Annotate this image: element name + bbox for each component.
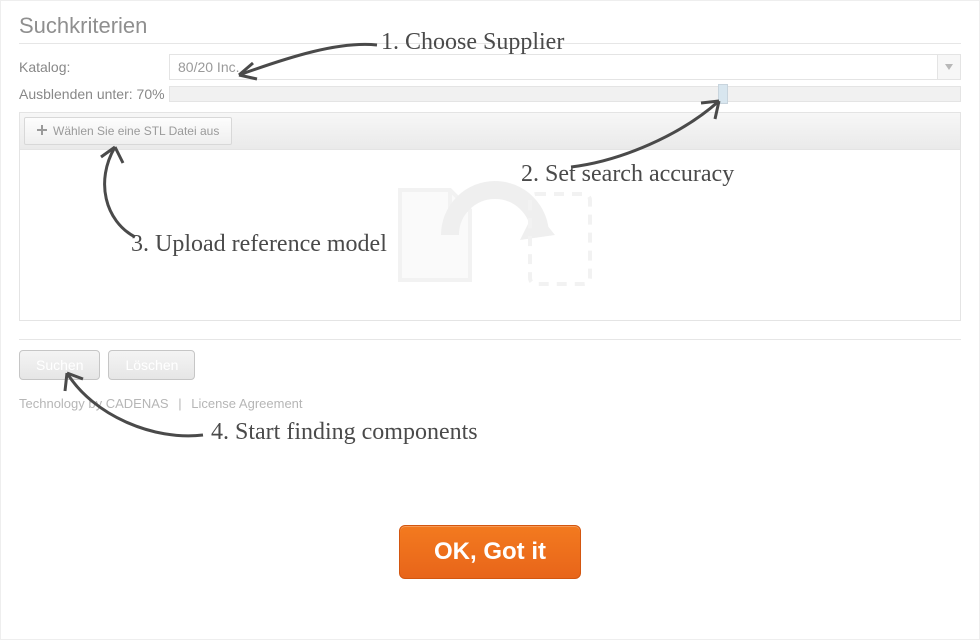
page-title: Suchkriterien bbox=[19, 13, 961, 39]
catalog-selected-value: 80/20 Inc. bbox=[170, 59, 937, 75]
chevron-down-icon bbox=[937, 55, 960, 79]
slider-handle[interactable] bbox=[718, 84, 728, 104]
accuracy-slider[interactable] bbox=[169, 86, 961, 102]
clear-button[interactable]: Löschen bbox=[108, 350, 195, 380]
annotation-4: 4. Start finding components bbox=[211, 419, 478, 446]
plus-icon bbox=[37, 124, 47, 138]
threshold-value: 70% bbox=[137, 86, 165, 102]
file-refresh-icon bbox=[380, 180, 600, 290]
upload-panel: Wählen Sie eine STL Datei aus bbox=[19, 112, 961, 321]
cta: OK, Got it bbox=[399, 525, 581, 579]
action-row: Suchen Löschen bbox=[19, 350, 961, 380]
row-threshold: Ausblenden unter: 70% bbox=[19, 86, 961, 102]
tech-credit: Technology by CADENAS bbox=[19, 396, 169, 411]
dropzone[interactable] bbox=[20, 150, 960, 320]
choose-file-button[interactable]: Wählen Sie eine STL Datei aus bbox=[24, 117, 232, 145]
divider bbox=[19, 43, 961, 44]
catalog-label: Katalog: bbox=[19, 59, 169, 75]
page: Suchkriterien Katalog: 80/20 Inc. Ausble… bbox=[0, 0, 980, 640]
threshold-label: Ausblenden unter: 70% bbox=[19, 86, 169, 102]
ok-got-it-button[interactable]: OK, Got it bbox=[399, 525, 581, 579]
catalog-select[interactable]: 80/20 Inc. bbox=[169, 54, 961, 80]
upload-toolbar: Wählen Sie eine STL Datei aus bbox=[20, 113, 960, 150]
search-button[interactable]: Suchen bbox=[19, 350, 100, 380]
license-link[interactable]: License Agreement bbox=[191, 396, 302, 411]
divider bbox=[19, 339, 961, 340]
choose-file-label: Wählen Sie eine STL Datei aus bbox=[53, 124, 219, 138]
row-catalog: Katalog: 80/20 Inc. bbox=[19, 54, 961, 80]
footer: Technology by CADENAS | License Agreemen… bbox=[19, 396, 961, 411]
